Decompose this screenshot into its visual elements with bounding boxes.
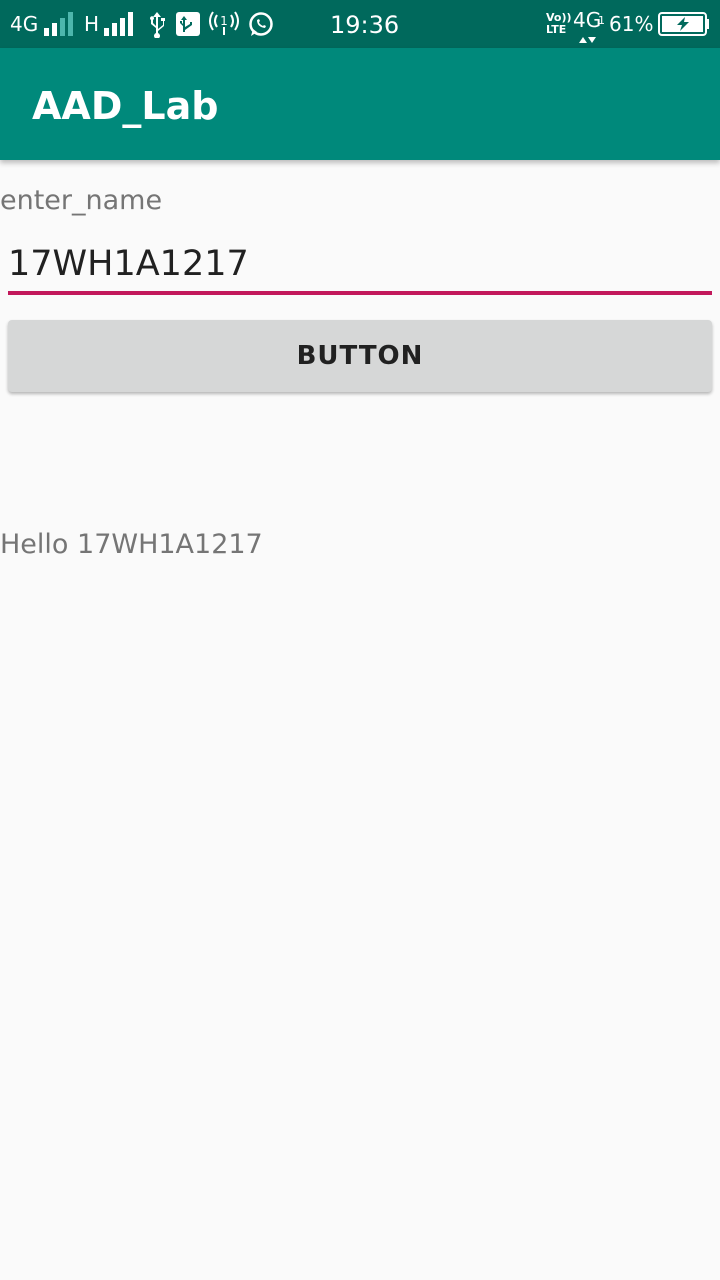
app-screen: 4G H 1 19:36 Vo)) LTE 4G 1 61% AAD_Lab e… (0, 0, 720, 1280)
status-bar: 4G H 1 19:36 Vo)) LTE 4G 1 61% (0, 0, 720, 48)
name-input-value[interactable]: 17WH1A1217 (8, 242, 249, 286)
app-bar: AAD_Lab (0, 48, 720, 160)
clock: 19:36 (330, 11, 400, 39)
greeting-text: Hello 17WH1A1217 (0, 529, 263, 560)
volte-indicator: Vo)) LTE (546, 12, 572, 36)
input-underline (8, 291, 712, 295)
data-activity-icon (578, 30, 596, 49)
submit-button[interactable]: BUTTON (8, 320, 712, 392)
battery-percent: 61% (609, 12, 654, 36)
signal-icon (44, 12, 74, 40)
hotspot-icon: 1 (208, 11, 240, 41)
sim-slot-label: 1 (598, 14, 605, 27)
submit-button-label: BUTTON (296, 341, 424, 371)
network-type-label: 4G (573, 8, 602, 32)
whatsapp-icon (248, 11, 274, 41)
name-input[interactable]: 17WH1A1217 (8, 236, 712, 296)
battery-charging-icon (658, 12, 710, 40)
usb-icon (148, 12, 166, 42)
enter-name-label: enter_name (0, 185, 163, 216)
svg-text:1: 1 (220, 14, 228, 28)
network-type-label: H (84, 12, 100, 36)
network-type-label: 4G (10, 12, 39, 36)
signal-icon (104, 12, 134, 40)
lte-label: LTE (546, 23, 567, 36)
app-title: AAD_Lab (32, 84, 219, 128)
usb-debug-icon (176, 12, 200, 40)
